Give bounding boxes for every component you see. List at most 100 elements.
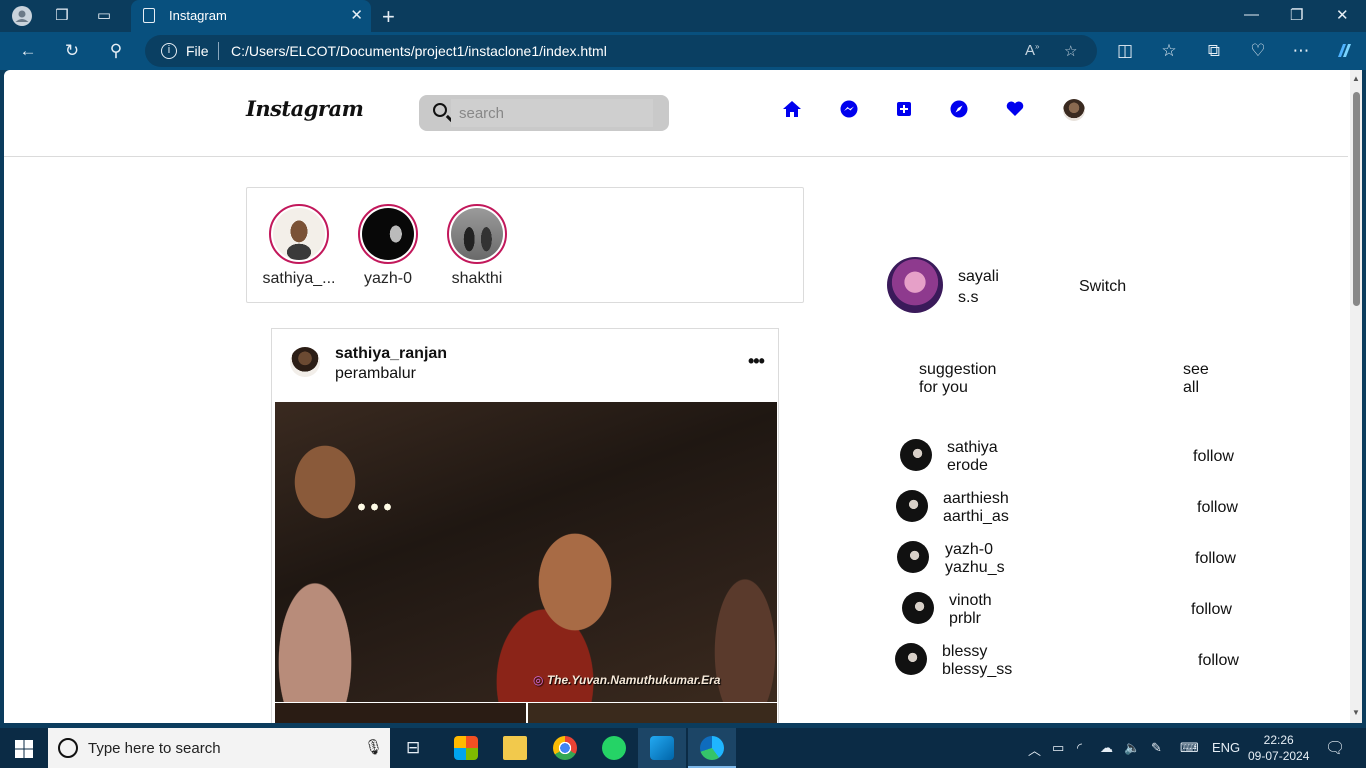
see-all-link[interactable]: see all (1183, 361, 1209, 397)
suggestion-avatar[interactable] (902, 592, 934, 624)
copilot-icon[interactable] (1333, 41, 1355, 66)
story-ring (447, 204, 507, 264)
home-icon[interactable] (782, 99, 802, 119)
follow-button[interactable]: follow (1198, 652, 1239, 670)
suggestion-name[interactable]: sathiya (947, 439, 998, 457)
suggestion-sub: yazhu_s (945, 559, 1005, 576)
new-post-icon[interactable] (894, 99, 914, 119)
clock[interactable]: 22:26 09-07-2024 (1248, 732, 1309, 764)
search-input[interactable] (451, 99, 653, 127)
suggestion-name[interactable]: aarthiesh (943, 490, 1009, 508)
workspaces-icon[interactable]: ❒ (52, 6, 72, 26)
story-name: yazh-0 (363, 270, 413, 287)
story-avatar (273, 208, 325, 260)
suggestion-name[interactable]: yazh-0 (945, 541, 1005, 559)
collections-icon[interactable]: ⧉ (1203, 41, 1225, 61)
more-options-icon[interactable]: ••• (748, 351, 765, 372)
suggestion-avatar[interactable] (896, 490, 928, 522)
current-user-avatar[interactable] (887, 257, 943, 313)
address-scheme: File (186, 43, 209, 59)
messenger-icon[interactable] (839, 99, 859, 119)
story-item[interactable]: sathiya_... (259, 204, 339, 288)
whatsapp-icon[interactable] (602, 736, 626, 760)
story-item[interactable]: shakthi (437, 204, 517, 288)
file-explorer-icon[interactable] (503, 736, 527, 760)
browser-tab[interactable]: Instagram ✕ (131, 0, 371, 32)
page-viewport: Instagram sathiya_... yazh-0 (4, 70, 1362, 723)
story-avatar (451, 208, 503, 260)
new-tab-icon[interactable]: + (382, 4, 395, 30)
window-close-icon[interactable]: ✕ (1336, 6, 1349, 24)
task-view-icon[interactable]: ⊟ (406, 738, 420, 758)
close-tab-icon[interactable]: ✕ (350, 6, 363, 24)
follow-button[interactable]: follow (1191, 601, 1232, 619)
keyboard-icon[interactable]: ⌨ (1180, 740, 1199, 756)
pen-icon[interactable]: ✎ (1151, 740, 1162, 756)
microphone-icon[interactable]: 🎙 (364, 738, 383, 756)
vscode-icon[interactable] (650, 736, 674, 760)
notifications-icon[interactable]: 🗨 (1325, 738, 1345, 758)
heart-icon[interactable] (1005, 99, 1025, 119)
suggestion-user: aarthiesh aarthi_as (943, 490, 1009, 526)
favorites-icon[interactable]: ☆ (1158, 41, 1180, 61)
background-lights (355, 502, 395, 512)
profile-avatar[interactable] (1063, 99, 1085, 121)
post-author-avatar[interactable] (290, 347, 320, 377)
tray-overflow-icon[interactable]: ︿ (1028, 740, 1041, 759)
suggestion-name[interactable]: vinoth (949, 592, 992, 610)
browser-essentials-icon[interactable]: ♡ (1247, 41, 1269, 61)
back-icon[interactable]: ← (17, 41, 39, 61)
info-icon[interactable]: i (161, 43, 177, 59)
page-icon (143, 8, 155, 23)
scroll-thumb[interactable] (1353, 92, 1360, 306)
restore-icon[interactable]: ❐ (1290, 6, 1303, 24)
browser-tab-bar: ❒ ▭ Instagram ✕ + — ❐ ✕ (0, 0, 1366, 32)
suggestion-sub: blessy_ss (942, 661, 1013, 678)
suggestion-avatar[interactable] (900, 439, 932, 471)
read-aloud-icon[interactable]: A» (1025, 42, 1039, 59)
switch-account-link[interactable]: Switch (1079, 278, 1126, 296)
settings-more-icon[interactable]: ⋯ (1290, 41, 1312, 61)
search-box (419, 95, 669, 131)
post-image-next (275, 703, 777, 723)
scroll-down-icon[interactable]: ▼ (1352, 708, 1360, 717)
store-icon[interactable] (454, 736, 478, 760)
explore-icon[interactable] (949, 99, 969, 119)
follow-button[interactable]: follow (1193, 448, 1234, 466)
address-url[interactable]: C:/Users/ELCOT/Documents/project1/instac… (231, 43, 607, 59)
post-image[interactable]: ◎ The.Yuvan.Namuthukumar.Era (275, 402, 777, 702)
suggestion-avatar[interactable] (895, 643, 927, 675)
story-name: shakthi (451, 270, 503, 287)
minimize-icon[interactable]: — (1244, 6, 1259, 23)
address-bar[interactable]: i File C:/Users/ELCOT/Documents/project1… (145, 35, 1097, 67)
cloud-icon[interactable]: ☁ (1100, 740, 1113, 756)
story-ring (269, 204, 329, 264)
refresh-icon[interactable]: ↻ (61, 41, 83, 61)
scroll-up-icon[interactable]: ▲ (1352, 74, 1360, 83)
post-username[interactable]: sathiya_ranjan (335, 345, 447, 363)
current-user-handle: s.s (958, 289, 979, 306)
split-screen-icon[interactable]: ◫ (1114, 41, 1136, 61)
language-indicator[interactable]: ENG (1212, 740, 1240, 755)
clock-date: 09-07-2024 (1248, 749, 1310, 763)
suggestion-name[interactable]: blessy (942, 643, 1012, 661)
suggestion-user: yazh-0 yazhu_s (945, 541, 1005, 577)
start-icon[interactable] (15, 740, 33, 763)
profile-icon[interactable] (12, 6, 32, 26)
story-item[interactable]: yazh-0 (348, 204, 428, 288)
follow-button[interactable]: follow (1195, 550, 1236, 568)
see-all-line2: all (1183, 379, 1200, 396)
follow-button[interactable]: follow (1197, 499, 1238, 517)
suggestion-avatar[interactable] (897, 541, 929, 573)
tab-actions-icon[interactable]: ▭ (94, 6, 114, 26)
chrome-icon[interactable] (553, 736, 577, 760)
favorite-star-icon[interactable]: ☆ (1064, 42, 1077, 60)
battery-icon[interactable]: ▭ (1052, 740, 1064, 756)
instagram-logo[interactable]: Instagram (246, 96, 364, 121)
volume-icon[interactable]: 🔈 (1124, 740, 1140, 756)
network-icon[interactable]: ◜ (1077, 740, 1082, 756)
search-icon[interactable]: ⚲ (105, 41, 127, 61)
page-scrollbar[interactable]: ▲ ▼ (1350, 70, 1362, 723)
taskbar-search[interactable]: Type here to search 🎙 (48, 728, 390, 768)
edge-icon[interactable] (700, 736, 724, 760)
